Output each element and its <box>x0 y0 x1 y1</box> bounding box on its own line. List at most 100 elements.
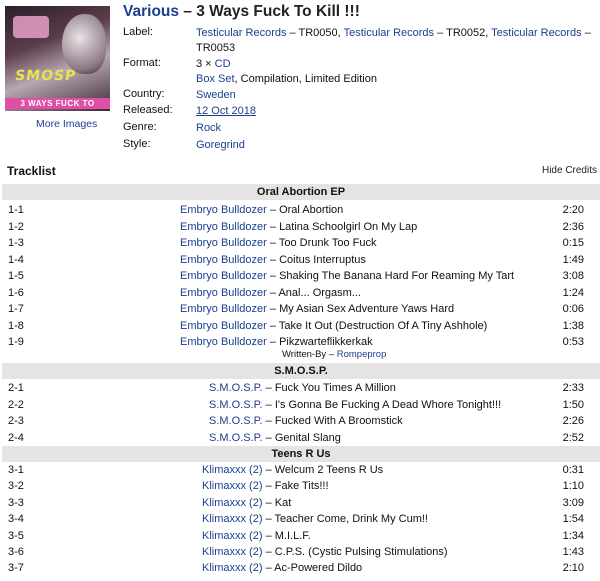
section-heading: Oral Abortion EP <box>2 184 600 200</box>
track-position: 3-1 <box>8 464 24 476</box>
track-title: Fucked With A Broomstick <box>274 415 403 427</box>
track-title: Fake Tits!!! <box>274 480 329 493</box>
track-duration: 1:50 <box>562 398 584 411</box>
track-row: 3-2 Klimaxxx (2) – Fake Tits!!! 1:10 <box>0 478 600 495</box>
meta-format-label: Format: <box>123 57 161 69</box>
track-row: 3-3 Klimaxxx (2) – Kat 3:09 <box>0 495 600 512</box>
format-cd-link[interactable]: CD <box>215 58 231 70</box>
track-duration: 1:49 <box>562 253 584 266</box>
track-info: Klimaxxx (2) – Welcum 2 Teens R Us <box>202 462 383 479</box>
format-descriptors: , Compilation, Limited Edition <box>234 72 377 85</box>
track-artist-link[interactable]: Klimaxxx (2) <box>202 497 263 509</box>
cover-image[interactable]: SMOSP 3 WAYS FUCK TO KILL!!! <box>5 6 110 111</box>
track-artist-link[interactable]: Embryo Bulldozer <box>180 336 267 348</box>
format-boxset-link[interactable]: Box Set <box>196 73 235 85</box>
track-duration: 2:33 <box>562 382 584 394</box>
track-artist-link[interactable]: Klimaxxx (2) <box>202 513 263 525</box>
track-dash: – <box>266 253 280 266</box>
track-title: Anal... Orgasm... <box>278 286 361 299</box>
track-artist-link[interactable]: Klimaxxx (2) <box>202 530 263 542</box>
track-artist-link[interactable]: Embryo Bulldozer <box>180 303 267 315</box>
track-artist-link[interactable]: Embryo Bulldozer <box>180 204 267 216</box>
track-info: S.M.O.S.P. – Fucked With A Broomstick <box>209 413 403 430</box>
track-row: 1-4 Embryo Bulldozer – Coitus Interruptus… <box>0 252 600 269</box>
section-heading: S.M.O.S.P. <box>2 363 600 379</box>
track-artist-link[interactable]: S.M.O.S.P. <box>209 382 263 394</box>
track-position: 2-4 <box>8 431 24 444</box>
track-row: 3-4 Klimaxxx (2) – Teacher Come, Drink My… <box>0 511 600 528</box>
track-position: 2-3 <box>8 415 24 427</box>
section-heading: Teens R Us <box>2 446 600 462</box>
label-link[interactable]: Testicular Records <box>196 27 286 39</box>
track-dash: – <box>262 513 275 526</box>
track-title: C.P.S. (Cystic Pulsing Stimulations) <box>274 546 448 558</box>
track-position: 1-4 <box>8 253 24 266</box>
track-position: 1-8 <box>8 319 24 332</box>
track-artist-link[interactable]: Embryo Bulldozer <box>180 320 267 332</box>
more-images-link[interactable]: More Images <box>36 118 97 130</box>
track-duration: 1:38 <box>562 319 584 332</box>
track-position: 1-5 <box>8 270 24 282</box>
track-info: Embryo Bulldozer – Too Drunk Too Fuck <box>180 235 376 252</box>
track-row: 1-5 Embryo Bulldozer – Shaking The Banana… <box>0 268 600 285</box>
credit-artist-link[interactable]: Rompeprop <box>337 349 387 360</box>
track-info: Embryo Bulldozer – Shaking The Banana Ha… <box>180 268 514 285</box>
track-artist-link[interactable]: S.M.O.S.P. <box>209 415 263 427</box>
track-dash: – <box>262 546 275 558</box>
track-duration: 1:43 <box>562 546 584 558</box>
track-artist-link[interactable]: S.M.O.S.P. <box>209 399 263 411</box>
track-dash: – <box>266 204 280 216</box>
style-link[interactable]: Goregrind <box>196 138 596 153</box>
track-info: Klimaxxx (2) – Kat <box>202 495 291 512</box>
track-artist-link[interactable]: S.M.O.S.P. <box>209 432 263 444</box>
track-artist-link[interactable]: Klimaxxx (2) <box>202 480 263 492</box>
track-position: 1-9 <box>8 336 24 348</box>
track-title: Kat <box>274 496 292 509</box>
track-row: 3-7 Klimaxxx (2) – Ac-Powered Dildo 2:10 <box>0 560 600 577</box>
track-dash: – <box>262 562 275 575</box>
track-dash: – <box>266 319 279 332</box>
track-duration: 0:31 <box>562 464 584 476</box>
track-duration: 2:10 <box>562 562 584 575</box>
track-artist-link[interactable]: Embryo Bulldozer <box>180 237 267 249</box>
track-info: Embryo Bulldozer – Oral Abortion <box>180 202 343 219</box>
cover-title-bar: 3 WAYS FUCK TO KILL!!! <box>5 98 110 111</box>
label-link[interactable]: Testicular Records <box>344 27 434 39</box>
track-artist-link[interactable]: Embryo Bulldozer <box>180 221 267 233</box>
track-position: 3-6 <box>8 546 24 558</box>
catalog-number: – TR0052, <box>434 27 492 39</box>
track-info: Embryo Bulldozer – My Asian Sex Adventur… <box>180 301 454 318</box>
track-row: 1-3 Embryo Bulldozer – Too Drunk Too Fuck… <box>0 235 600 252</box>
track-position: 1-7 <box>8 303 24 315</box>
track-duration: 1:24 <box>562 286 584 299</box>
track-artist-link[interactable]: Klimaxxx (2) <box>202 562 263 574</box>
meta-format-value: 3 × CD Box Set, Compilation, Limited Edi… <box>196 57 596 86</box>
track-info: Embryo Bulldozer – Latina Schoolgirl On … <box>180 219 417 236</box>
track-artist-link[interactable]: Klimaxxx (2) <box>202 546 263 558</box>
track-row: 1-8 Embryo Bulldozer – Take It Out (Destr… <box>0 318 600 335</box>
track-position: 3-3 <box>8 496 24 509</box>
track-row: 3-6 Klimaxxx (2) – C.P.S. (Cystic Pulsing… <box>0 544 600 561</box>
track-artist-link[interactable]: Embryo Bulldozer <box>180 287 267 299</box>
country-link[interactable]: Sweden <box>196 88 596 103</box>
track-title: I's Gonna Be Fucking A Dead Whore Tonigh… <box>274 398 502 411</box>
track-position: 1-3 <box>8 237 24 249</box>
track-title: Welcum 2 Teens R Us <box>274 464 384 476</box>
track-info: Klimaxxx (2) – M.I.L.F. <box>202 528 311 545</box>
track-info: Klimaxxx (2) – Fake Tits!!! <box>202 478 329 495</box>
artist-link[interactable]: Various <box>123 3 179 20</box>
track-title: Oral Abortion <box>279 204 344 216</box>
track-title: M.I.L.F. <box>274 529 311 542</box>
label-link[interactable]: Testicular Records <box>491 27 581 39</box>
track-artist-link[interactable]: Embryo Bulldozer <box>180 254 267 266</box>
hide-credits-link[interactable]: Hide Credits <box>542 165 597 176</box>
released-date-link[interactable]: 12 Oct 2018 <box>196 104 596 119</box>
cover-figure <box>62 14 106 74</box>
track-artist-link[interactable]: Embryo Bulldozer <box>180 270 267 282</box>
genre-link[interactable]: Rock <box>196 121 596 136</box>
track-info: S.M.O.S.P. – Genital Slang <box>209 430 341 447</box>
track-info: S.M.O.S.P. – Fuck You Times A Million <box>209 380 396 397</box>
catalog-number: – TR0050, <box>286 27 344 39</box>
track-row: 2-1 S.M.O.S.P. – Fuck You Times A Million… <box>0 380 600 397</box>
track-artist-link[interactable]: Klimaxxx (2) <box>202 464 263 476</box>
